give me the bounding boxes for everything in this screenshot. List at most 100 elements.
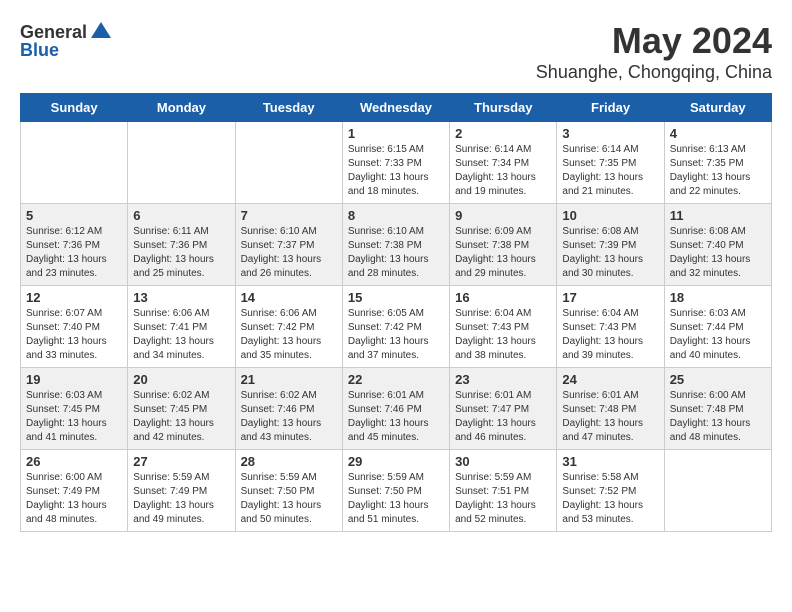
col-header-saturday: Saturday <box>664 94 771 122</box>
day-info: Sunrise: 6:09 AM Sunset: 7:38 PM Dayligh… <box>455 225 551 281</box>
day-info: Sunrise: 6:05 AM Sunset: 7:42 PM Dayligh… <box>348 307 444 363</box>
day-cell: 3 Sunrise: 6:14 AM Sunset: 7:35 PM Daylig… <box>557 122 664 204</box>
day-cell: 5Sunrise: 6:12 AM Sunset: 7:36 PM Daylig… <box>21 204 128 286</box>
day-number: 19 <box>26 372 122 387</box>
week-row-2: 5Sunrise: 6:12 AM Sunset: 7:36 PM Daylig… <box>21 204 772 286</box>
day-info: Sunrise: 6:10 AM Sunset: 7:38 PM Dayligh… <box>348 225 444 281</box>
col-header-tuesday: Tuesday <box>235 94 342 122</box>
day-info: Sunrise: 6:06 AM Sunset: 7:42 PM Dayligh… <box>241 307 337 363</box>
day-cell <box>21 122 128 204</box>
day-info: Sunrise: 5:59 AM Sunset: 7:50 PM Dayligh… <box>348 471 444 527</box>
day-cell: 23 Sunrise: 6:01 AM Sunset: 7:47 PM Dayli… <box>450 368 557 450</box>
day-cell <box>128 122 235 204</box>
day-number: 7 <box>241 208 337 223</box>
day-number: 24 <box>562 372 658 387</box>
day-cell: 30 Sunrise: 5:59 AM Sunset: 7:51 PM Dayli… <box>450 450 557 532</box>
day-info: Sunrise: 6:13 AM Sunset: 7:35 PM Dayligh… <box>670 143 766 199</box>
day-info: Sunrise: 6:08 AM Sunset: 7:39 PM Dayligh… <box>562 225 658 281</box>
day-cell: 7 Sunrise: 6:10 AM Sunset: 7:37 PM Daylig… <box>235 204 342 286</box>
day-number: 25 <box>670 372 766 387</box>
col-header-wednesday: Wednesday <box>342 94 449 122</box>
day-number: 13 <box>133 290 229 305</box>
day-cell: 24 Sunrise: 6:01 AM Sunset: 7:48 PM Dayli… <box>557 368 664 450</box>
day-cell: 19 Sunrise: 6:03 AM Sunset: 7:45 PM Dayli… <box>21 368 128 450</box>
day-info: Sunrise: 6:08 AM Sunset: 7:40 PM Dayligh… <box>670 225 766 281</box>
day-cell: 15Sunrise: 6:05 AM Sunset: 7:42 PM Dayli… <box>342 286 449 368</box>
day-number: 16 <box>455 290 551 305</box>
title-section: May 2024 Shuanghe, Chongqing, China <box>536 20 772 83</box>
day-cell <box>235 122 342 204</box>
day-cell: 17Sunrise: 6:04 AM Sunset: 7:43 PM Dayli… <box>557 286 664 368</box>
day-cell: 8Sunrise: 6:10 AM Sunset: 7:38 PM Daylig… <box>342 204 449 286</box>
day-cell: 14 Sunrise: 6:06 AM Sunset: 7:42 PM Dayli… <box>235 286 342 368</box>
day-info: Sunrise: 6:03 AM Sunset: 7:44 PM Dayligh… <box>670 307 766 363</box>
day-info: Sunrise: 6:15 AM Sunset: 7:33 PM Dayligh… <box>348 143 444 199</box>
day-info: Sunrise: 5:59 AM Sunset: 7:51 PM Dayligh… <box>455 471 551 527</box>
day-number: 28 <box>241 454 337 469</box>
day-info: Sunrise: 6:06 AM Sunset: 7:41 PM Dayligh… <box>133 307 229 363</box>
col-header-friday: Friday <box>557 94 664 122</box>
day-number: 2 <box>455 126 551 141</box>
logo-icon <box>89 20 113 44</box>
day-info: Sunrise: 6:01 AM Sunset: 7:46 PM Dayligh… <box>348 389 444 445</box>
day-number: 10 <box>562 208 658 223</box>
day-info: Sunrise: 5:58 AM Sunset: 7:52 PM Dayligh… <box>562 471 658 527</box>
page-header: General Blue May 2024 Shuanghe, Chongqin… <box>20 20 772 83</box>
logo-blue: Blue <box>20 40 59 61</box>
day-number: 3 <box>562 126 658 141</box>
day-cell: 25 Sunrise: 6:00 AM Sunset: 7:48 PM Dayli… <box>664 368 771 450</box>
day-info: Sunrise: 6:02 AM Sunset: 7:45 PM Dayligh… <box>133 389 229 445</box>
day-number: 31 <box>562 454 658 469</box>
calendar: SundayMondayTuesdayWednesdayThursdayFrid… <box>20 93 772 532</box>
day-cell: 26Sunrise: 6:00 AM Sunset: 7:49 PM Dayli… <box>21 450 128 532</box>
day-info: Sunrise: 6:01 AM Sunset: 7:47 PM Dayligh… <box>455 389 551 445</box>
day-info: Sunrise: 6:14 AM Sunset: 7:34 PM Dayligh… <box>455 143 551 199</box>
day-info: Sunrise: 6:01 AM Sunset: 7:48 PM Dayligh… <box>562 389 658 445</box>
calendar-body: 1Sunrise: 6:15 AM Sunset: 7:33 PM Daylig… <box>21 122 772 532</box>
day-number: 21 <box>241 372 337 387</box>
subtitle: Shuanghe, Chongqing, China <box>536 62 772 83</box>
day-number: 29 <box>348 454 444 469</box>
day-cell: 12 Sunrise: 6:07 AM Sunset: 7:40 PM Dayli… <box>21 286 128 368</box>
day-number: 11 <box>670 208 766 223</box>
main-title: May 2024 <box>536 20 772 62</box>
day-info: Sunrise: 6:10 AM Sunset: 7:37 PM Dayligh… <box>241 225 337 281</box>
day-cell: 18 Sunrise: 6:03 AM Sunset: 7:44 PM Dayli… <box>664 286 771 368</box>
day-cell: 9 Sunrise: 6:09 AM Sunset: 7:38 PM Daylig… <box>450 204 557 286</box>
week-row-5: 26Sunrise: 6:00 AM Sunset: 7:49 PM Dayli… <box>21 450 772 532</box>
day-number: 18 <box>670 290 766 305</box>
day-number: 22 <box>348 372 444 387</box>
day-number: 4 <box>670 126 766 141</box>
day-info: Sunrise: 6:07 AM Sunset: 7:40 PM Dayligh… <box>26 307 122 363</box>
day-cell: 13 Sunrise: 6:06 AM Sunset: 7:41 PM Dayli… <box>128 286 235 368</box>
col-header-thursday: Thursday <box>450 94 557 122</box>
day-info: Sunrise: 6:14 AM Sunset: 7:35 PM Dayligh… <box>562 143 658 199</box>
day-number: 14 <box>241 290 337 305</box>
day-info: Sunrise: 6:11 AM Sunset: 7:36 PM Dayligh… <box>133 225 229 281</box>
day-number: 12 <box>26 290 122 305</box>
day-info: Sunrise: 6:00 AM Sunset: 7:49 PM Dayligh… <box>26 471 122 527</box>
day-number: 20 <box>133 372 229 387</box>
day-cell: 31 Sunrise: 5:58 AM Sunset: 7:52 PM Dayli… <box>557 450 664 532</box>
day-number: 5 <box>26 208 122 223</box>
day-info: Sunrise: 6:00 AM Sunset: 7:48 PM Dayligh… <box>670 389 766 445</box>
day-info: Sunrise: 6:03 AM Sunset: 7:45 PM Dayligh… <box>26 389 122 445</box>
day-number: 27 <box>133 454 229 469</box>
day-cell <box>664 450 771 532</box>
day-cell: 21 Sunrise: 6:02 AM Sunset: 7:46 PM Dayli… <box>235 368 342 450</box>
day-info: Sunrise: 5:59 AM Sunset: 7:50 PM Dayligh… <box>241 471 337 527</box>
day-info: Sunrise: 6:02 AM Sunset: 7:46 PM Dayligh… <box>241 389 337 445</box>
col-header-monday: Monday <box>128 94 235 122</box>
day-number: 30 <box>455 454 551 469</box>
day-cell: 2 Sunrise: 6:14 AM Sunset: 7:34 PM Daylig… <box>450 122 557 204</box>
day-info: Sunrise: 5:59 AM Sunset: 7:49 PM Dayligh… <box>133 471 229 527</box>
day-info: Sunrise: 6:04 AM Sunset: 7:43 PM Dayligh… <box>455 307 551 363</box>
day-number: 23 <box>455 372 551 387</box>
day-cell: 27 Sunrise: 5:59 AM Sunset: 7:49 PM Dayli… <box>128 450 235 532</box>
week-row-3: 12 Sunrise: 6:07 AM Sunset: 7:40 PM Dayli… <box>21 286 772 368</box>
day-cell: 29 Sunrise: 5:59 AM Sunset: 7:50 PM Dayli… <box>342 450 449 532</box>
day-number: 17 <box>562 290 658 305</box>
day-cell: 11 Sunrise: 6:08 AM Sunset: 7:40 PM Dayli… <box>664 204 771 286</box>
day-number: 9 <box>455 208 551 223</box>
col-header-sunday: Sunday <box>21 94 128 122</box>
